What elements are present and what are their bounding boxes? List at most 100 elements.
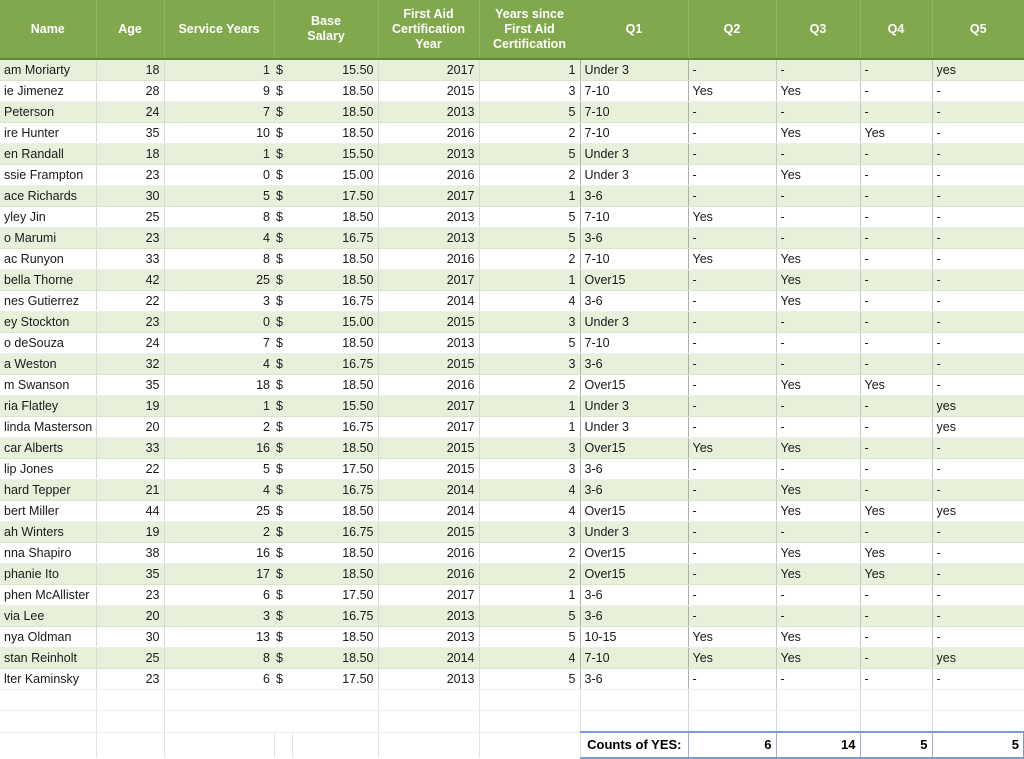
row-cell-years-since-cert[interactable]: 2: [479, 164, 581, 186]
row-cell-base-salary[interactable]: 15.00: [292, 311, 379, 333]
row-cell-cert-year[interactable]: 2016: [378, 563, 480, 585]
table-row[interactable]: a Weston 32 4 $16.75 2015 3 3-6- - - -: [0, 353, 1024, 375]
row-cell-name[interactable]: ire Hunter: [0, 122, 97, 144]
empty-cell[interactable]: [0, 710, 97, 733]
row-cell-q5[interactable]: -: [932, 185, 1024, 207]
row-cell-years-since-cert[interactable]: 1: [479, 416, 581, 438]
table-row[interactable]: nya Oldman 30 13 $18.50 2013 5 10-15 Yes Yes - -: [0, 626, 1024, 648]
row-cell-currency-symbol[interactable]: $: [274, 668, 292, 690]
row-cell-q1[interactable]: 7-10: [580, 332, 689, 354]
row-cell-base-salary[interactable]: 15.00: [292, 164, 379, 186]
row-cell-cert-year[interactable]: 2016: [378, 374, 480, 396]
row-cell-age[interactable]: 42: [96, 269, 165, 291]
row-cell-q5[interactable]: -: [932, 458, 1024, 480]
row-cell-currency-symbol[interactable]: $: [274, 80, 292, 102]
row-cell-q4[interactable]: -: [860, 248, 933, 270]
row-cell-years-since-cert[interactable]: 3: [479, 353, 581, 375]
row-cell-q2[interactable]: Yes: [688, 437, 777, 459]
row-cell-q3[interactable]: -: [776, 668, 861, 690]
row-cell-q3[interactable]: Yes: [776, 542, 861, 564]
row-cell-q3[interactable]: -: [776, 416, 861, 438]
counts-of-yes-row[interactable]: Counts of YES: 6 14 5 5: [0, 731, 1024, 759]
row-cell-cert-year[interactable]: 2013: [378, 332, 480, 354]
row-cell-q1[interactable]: Over15: [580, 500, 689, 522]
empty-cell[interactable]: [274, 689, 292, 711]
row-cell-q3[interactable]: Yes: [776, 374, 861, 396]
row-cell-name[interactable]: am Moriarty: [0, 59, 97, 81]
row-cell-q3[interactable]: -: [776, 143, 861, 165]
row-cell-cert-year[interactable]: 2015: [378, 353, 480, 375]
row-cell-base-salary[interactable]: 16.75: [292, 479, 379, 501]
row-cell-base-salary[interactable]: 17.50: [292, 668, 379, 690]
empty-cell[interactable]: [96, 710, 165, 733]
table-row[interactable]: ire Hunter 35 10 $18.50 2016 2 7-10- Yes Yes -: [0, 122, 1024, 144]
row-cell-q1[interactable]: Over15: [580, 269, 689, 291]
row-cell-currency-symbol[interactable]: $: [274, 500, 292, 522]
empty-cell[interactable]: [292, 689, 379, 711]
row-cell-q5[interactable]: yes: [932, 395, 1024, 417]
row-cell-cert-year[interactable]: 2016: [378, 542, 480, 564]
row-cell-q2[interactable]: -: [688, 521, 777, 543]
row-cell-base-salary[interactable]: 18.50: [292, 206, 379, 228]
row-cell-cert-year[interactable]: 2017: [378, 59, 480, 81]
row-cell-name[interactable]: ace Richards: [0, 185, 97, 207]
row-cell-age[interactable]: 35: [96, 563, 165, 585]
row-cell-service-years[interactable]: 25: [164, 269, 274, 291]
row-cell-q4[interactable]: Yes: [860, 500, 933, 522]
row-cell-cert-year[interactable]: 2016: [378, 122, 480, 144]
empty-cell[interactable]: [274, 732, 293, 758]
row-cell-currency-symbol[interactable]: $: [274, 437, 292, 459]
row-cell-q2[interactable]: -: [688, 269, 777, 291]
row-cell-q1[interactable]: 3-6: [580, 353, 689, 375]
row-cell-currency-symbol[interactable]: $: [274, 479, 292, 501]
row-cell-q3[interactable]: -: [776, 227, 861, 249]
row-cell-name[interactable]: ie Jimenez: [0, 80, 97, 102]
row-cell-q4[interactable]: -: [860, 227, 933, 249]
row-cell-service-years[interactable]: 5: [164, 458, 274, 480]
row-cell-q5[interactable]: -: [932, 626, 1024, 648]
empty-cell[interactable]: [932, 710, 1024, 733]
table-row[interactable]: o Marumi 23 4 $16.75 2013 5 3-6- - - -: [0, 227, 1024, 249]
row-cell-currency-symbol[interactable]: $: [274, 101, 292, 123]
row-cell-q1[interactable]: 7-10: [580, 80, 689, 102]
row-cell-name[interactable]: ah Winters: [0, 521, 97, 543]
row-cell-currency-symbol[interactable]: $: [274, 458, 292, 480]
table-row[interactable]: Peterson 24 7 $18.50 2013 5 7-10- - - -: [0, 101, 1024, 123]
empty-cell[interactable]: [164, 732, 275, 758]
row-cell-service-years[interactable]: 8: [164, 206, 274, 228]
row-cell-service-years[interactable]: 9: [164, 80, 274, 102]
empty-cell[interactable]: [164, 689, 274, 711]
row-cell-base-salary[interactable]: 16.75: [292, 353, 379, 375]
empty-cell[interactable]: [378, 732, 480, 758]
row-cell-q3[interactable]: Yes: [776, 248, 861, 270]
row-cell-q1[interactable]: Under 3: [580, 311, 689, 333]
row-cell-q4[interactable]: -: [860, 437, 933, 459]
table-row[interactable]: nna Shapiro 38 16 $18.50 2016 2 Over15- Yes Yes -: [0, 542, 1024, 564]
row-cell-q2[interactable]: -: [688, 500, 777, 522]
column-header-base-salary[interactable]: Base Salary: [274, 0, 379, 60]
row-cell-q5[interactable]: -: [932, 605, 1024, 627]
table-row[interactable]: ace Richards 30 5 $17.50 2017 1 3-6- - - -: [0, 185, 1024, 207]
table-row[interactable]: nes Gutierrez 22 3 $16.75 2014 4 3-6- Yes - -: [0, 290, 1024, 312]
row-cell-age[interactable]: 18: [96, 143, 165, 165]
row-cell-q5[interactable]: -: [932, 437, 1024, 459]
row-cell-service-years[interactable]: 17: [164, 563, 274, 585]
row-cell-base-salary[interactable]: 15.50: [292, 59, 379, 81]
row-cell-age[interactable]: 18: [96, 59, 165, 81]
row-cell-base-salary[interactable]: 17.50: [292, 458, 379, 480]
row-cell-q1[interactable]: 3-6: [580, 584, 689, 606]
row-cell-service-years[interactable]: 4: [164, 353, 274, 375]
row-cell-q4[interactable]: -: [860, 584, 933, 606]
row-cell-service-years[interactable]: 1: [164, 395, 274, 417]
row-cell-q4[interactable]: -: [860, 311, 933, 333]
row-cell-q4[interactable]: -: [860, 647, 933, 669]
row-cell-q2[interactable]: -: [688, 395, 777, 417]
row-cell-q2[interactable]: Yes: [688, 206, 777, 228]
row-cell-cert-year[interactable]: 2013: [378, 605, 480, 627]
row-cell-q5[interactable]: -: [932, 311, 1024, 333]
row-cell-currency-symbol[interactable]: $: [274, 122, 292, 144]
row-cell-age[interactable]: 25: [96, 647, 165, 669]
row-cell-q5[interactable]: -: [932, 143, 1024, 165]
row-cell-currency-symbol[interactable]: $: [274, 521, 292, 543]
row-cell-years-since-cert[interactable]: 3: [479, 458, 581, 480]
